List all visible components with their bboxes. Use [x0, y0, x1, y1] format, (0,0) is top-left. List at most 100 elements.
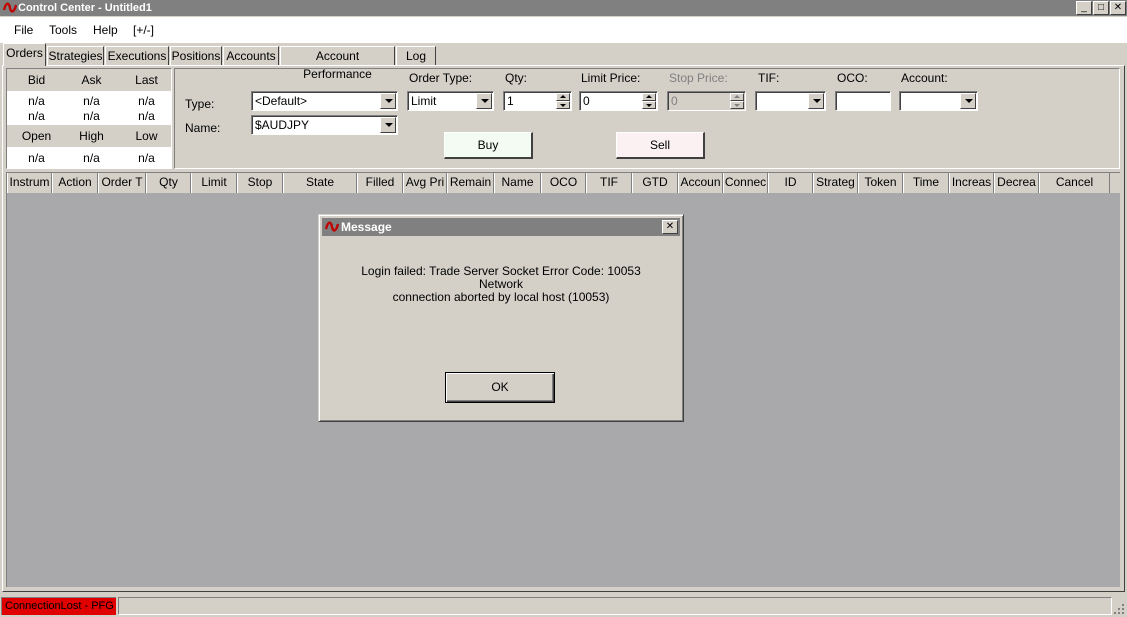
- buy-button[interactable]: Buy: [444, 132, 533, 159]
- column-header-strateg[interactable]: Strateg: [813, 173, 858, 193]
- column-header-instrum[interactable]: Instrum: [7, 173, 52, 193]
- tab-executions[interactable]: Executions: [105, 46, 169, 65]
- spin-down-icon: [730, 101, 744, 109]
- dialog-close-button[interactable]: ✕: [662, 220, 678, 234]
- column-header-action[interactable]: Action: [52, 173, 98, 193]
- chevron-down-icon[interactable]: [380, 117, 396, 133]
- stop-price-label: Stop Price:: [669, 71, 728, 85]
- column-header-remain[interactable]: Remain: [447, 173, 494, 193]
- oco-input[interactable]: [835, 91, 891, 111]
- tab-strategies[interactable]: Strategies: [47, 46, 104, 65]
- column-header-time[interactable]: Time: [903, 173, 949, 193]
- tab-positions[interactable]: Positions: [170, 46, 222, 65]
- sell-button[interactable]: Sell: [616, 132, 705, 159]
- qty-label: Qty:: [505, 71, 528, 85]
- dialog-message-line1: Login failed: Trade Server Socket Error …: [361, 264, 641, 291]
- limit-price-label: Limit Price:: [581, 71, 641, 85]
- menu-tools[interactable]: Tools: [49, 22, 77, 38]
- column-header-id[interactable]: ID: [768, 173, 813, 193]
- window-title: Control Center - Untitled1: [18, 2, 152, 14]
- ask-value: n/a: [83, 94, 100, 108]
- column-header-gtd[interactable]: GTD: [632, 173, 678, 193]
- ask-size: n/a: [83, 109, 100, 123]
- type-label: Type:: [185, 97, 215, 111]
- menu-expand[interactable]: [+/-]: [133, 22, 154, 38]
- tab-account-performance[interactable]: Account Performance: [280, 46, 395, 81]
- close-button[interactable]: ✕: [1110, 1, 1126, 15]
- column-header-state[interactable]: State: [283, 173, 357, 193]
- ninja-logo-icon: [325, 221, 339, 232]
- orders-grid-header: Instrum Action Order T Qty Limit Stop State Fil…: [6, 172, 1120, 193]
- type-dropdown[interactable]: <Default>: [251, 91, 398, 111]
- quote-box: Bid Ask Last n/a n/a n/a n/a n/a n/a Ope…: [6, 68, 172, 169]
- limit-price-stepper[interactable]: 0: [579, 91, 658, 111]
- column-header-qty[interactable]: Qty: [146, 173, 191, 193]
- spin-up-icon[interactable]: [556, 93, 570, 101]
- status-bar: ConnectionLost - PFG: [0, 595, 1127, 617]
- instrument-name-dropdown[interactable]: $AUDJPY: [251, 115, 398, 135]
- account-dropdown[interactable]: [899, 91, 978, 111]
- order-type-label: Order Type:: [409, 71, 473, 85]
- maximize-button[interactable]: □: [1093, 1, 1109, 15]
- chevron-down-icon[interactable]: [380, 93, 396, 109]
- spin-up-icon[interactable]: [642, 93, 656, 101]
- stop-price-value: 0: [671, 94, 678, 108]
- tab-log[interactable]: Log: [396, 46, 436, 65]
- column-header-increas[interactable]: Increas: [949, 173, 994, 193]
- chevron-down-icon[interactable]: [808, 93, 824, 109]
- chevron-down-icon[interactable]: [960, 93, 976, 109]
- bid-size: n/a: [28, 109, 45, 123]
- last-size: n/a: [138, 109, 155, 123]
- resize-grip-icon[interactable]: [1113, 603, 1125, 615]
- tab-orders[interactable]: Orders: [3, 43, 46, 66]
- message-dialog: Message ✕ Login failed: Trade Server Soc…: [318, 214, 684, 422]
- spin-down-icon[interactable]: [556, 101, 570, 109]
- column-header-filled[interactable]: Filled: [357, 173, 403, 193]
- column-header-order-t[interactable]: Order T: [98, 173, 146, 193]
- high-header: High: [79, 129, 104, 143]
- ok-button[interactable]: OK: [445, 372, 555, 403]
- tif-dropdown[interactable]: [755, 91, 826, 111]
- column-header-cancel[interactable]: Cancel: [1039, 173, 1110, 193]
- tif-label: TIF:: [758, 71, 780, 85]
- quote-header-row: Bid Ask Last: [7, 69, 171, 91]
- order-type-value: Limit: [411, 94, 437, 108]
- spin-down-icon[interactable]: [642, 101, 656, 109]
- column-header-connec[interactable]: Connec: [723, 173, 768, 193]
- column-header-oco[interactable]: OCO: [541, 173, 586, 193]
- dialog-title: Message: [341, 220, 392, 234]
- column-header-avg-pri[interactable]: Avg Pri: [403, 173, 447, 193]
- limit-price-value: 0: [583, 94, 590, 108]
- low-value: n/a: [138, 151, 155, 165]
- column-header-decrea[interactable]: Decrea: [994, 173, 1039, 193]
- minimize-button[interactable]: _: [1076, 1, 1092, 15]
- ask-header: Ask: [81, 73, 102, 87]
- column-header-tif[interactable]: TIF: [586, 173, 632, 193]
- last-header: Last: [135, 73, 158, 87]
- name-label: Name:: [185, 121, 221, 135]
- column-header-name[interactable]: Name: [494, 173, 541, 193]
- column-header-stop[interactable]: Stop: [237, 173, 283, 193]
- account-label: Account:: [901, 71, 948, 85]
- low-header: Low: [135, 129, 158, 143]
- high-value: n/a: [83, 151, 100, 165]
- dialog-title-bar: Message ✕: [322, 218, 680, 236]
- menu-help[interactable]: Help: [93, 22, 118, 38]
- qty-value: 1: [507, 94, 514, 108]
- menu-file[interactable]: File: [14, 22, 33, 38]
- order-type-dropdown[interactable]: Limit: [407, 91, 494, 111]
- open-value: n/a: [28, 151, 45, 165]
- menu-bar: File Tools Help [+/-]: [0, 17, 1127, 43]
- ninja-logo-icon: [3, 2, 17, 13]
- column-header-limit[interactable]: Limit: [191, 173, 237, 193]
- qty-stepper[interactable]: 1: [503, 91, 572, 111]
- column-header-accoun[interactable]: Accoun: [678, 173, 723, 193]
- column-header-token[interactable]: Token: [858, 173, 903, 193]
- oco-label: OCO:: [837, 71, 868, 85]
- instrument-name-value: $AUDJPY: [255, 118, 310, 132]
- spin-up-icon: [730, 93, 744, 101]
- dialog-message-line2: connection aborted by local host (10053): [392, 290, 610, 304]
- tab-accounts[interactable]: Accounts: [223, 46, 279, 65]
- chevron-down-icon[interactable]: [476, 93, 492, 109]
- quote-header-row-2: Open High Low: [7, 125, 171, 147]
